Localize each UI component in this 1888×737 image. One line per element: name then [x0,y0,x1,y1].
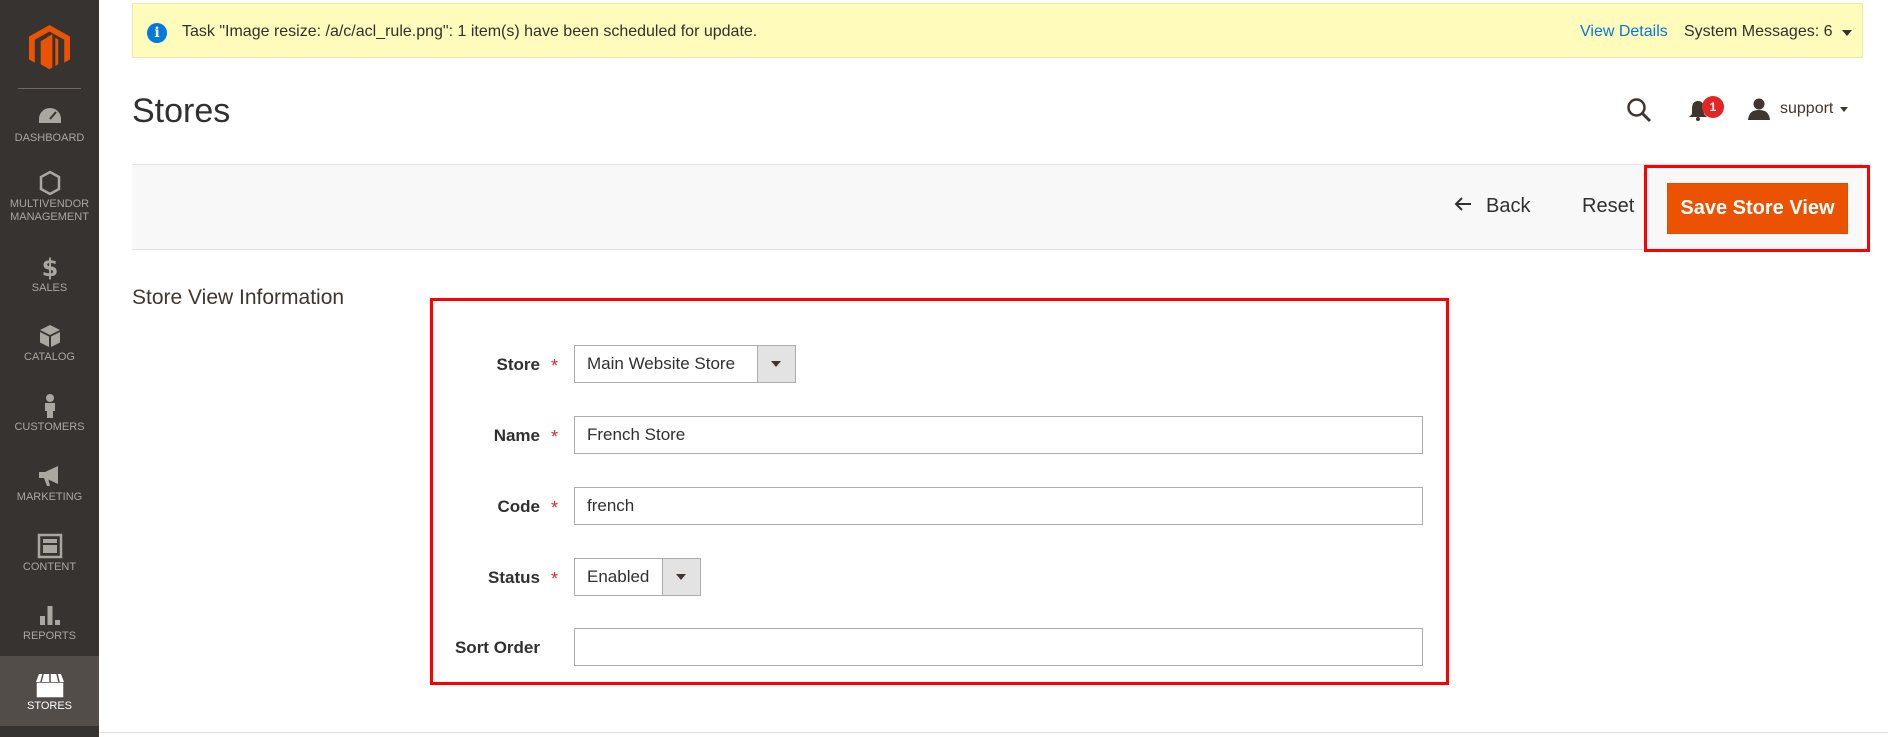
view-details-link[interactable]: View Details [1580,23,1668,41]
page-divider [99,732,1888,733]
sidebar-item-customers[interactable]: CUSTOMERS [0,393,99,461]
arrow-left-icon [1454,195,1472,218]
user-account-menu[interactable]: support [1780,100,1833,118]
section-title: Store View Information [132,286,345,309]
person-icon [0,393,99,419]
sidebar-item-marketing[interactable]: MARKETING [0,463,99,531]
notification-count-badge: 1 [1702,96,1724,118]
sidebar-item-label: STORES [26,700,73,712]
save-button-highlight [1644,165,1870,252]
sidebar-item-label: DASHBOARD [14,132,85,144]
sidebar-item-label: MARKETING [16,491,83,503]
sidebar-item-content[interactable]: CONTENT [0,533,99,601]
sidebar-item-stores[interactable]: STORES [0,656,99,726]
sidebar-item-label: MULTIVENDOR MANAGEMENT [9,198,90,223]
back-button[interactable]: Back [1454,195,1530,218]
dollar-icon: $ [0,254,99,280]
magento-logo-icon [29,25,70,70]
admin-sidebar: DASHBOARD MULTIVENDOR MANAGEMENT $ SALES… [0,0,99,737]
svg-text:$: $ [41,254,58,280]
logo-divider [18,88,81,89]
magento-logo[interactable] [0,0,99,89]
sidebar-item-label: CATALOG [24,351,75,363]
bar-chart-icon [0,602,99,628]
sidebar-item-dashboard[interactable]: DASHBOARD [0,104,99,172]
user-icon[interactable] [1747,97,1771,126]
megaphone-icon [0,463,99,489]
sidebar-item-multivendor[interactable]: MULTIVENDOR MANAGEMENT [0,170,99,238]
reset-button[interactable]: Reset [1582,195,1634,218]
page-title: Stores [132,92,231,130]
sidebar-item-label: SALES [31,282,68,294]
sidebar-item-label: CUSTOMERS [14,421,85,433]
system-message-text: Task "Image resize: /a/c/acl_rule.png": … [182,23,758,40]
chevron-down-icon[interactable] [1842,30,1852,36]
chevron-down-icon[interactable] [1840,107,1848,112]
back-button-label: Back [1486,195,1531,217]
info-icon: i [147,23,167,43]
layout-icon [0,533,99,559]
sidebar-item-label: REPORTS [23,630,76,642]
search-icon[interactable] [1626,97,1652,128]
system-message-bar: i Task "Image resize: /a/c/acl_rule.png"… [132,3,1863,58]
form-highlight [430,298,1449,685]
dashboard-icon [0,104,99,130]
sidebar-item-sales[interactable]: $ SALES [0,254,99,322]
cube-icon [0,323,99,349]
sidebar-item-label: CONTENT [22,561,77,573]
hexagon-icon [0,170,99,196]
system-messages-toggle[interactable]: System Messages: 6 [1684,23,1833,41]
storefront-icon [0,672,99,698]
sidebar-item-catalog[interactable]: CATALOG [0,323,99,391]
